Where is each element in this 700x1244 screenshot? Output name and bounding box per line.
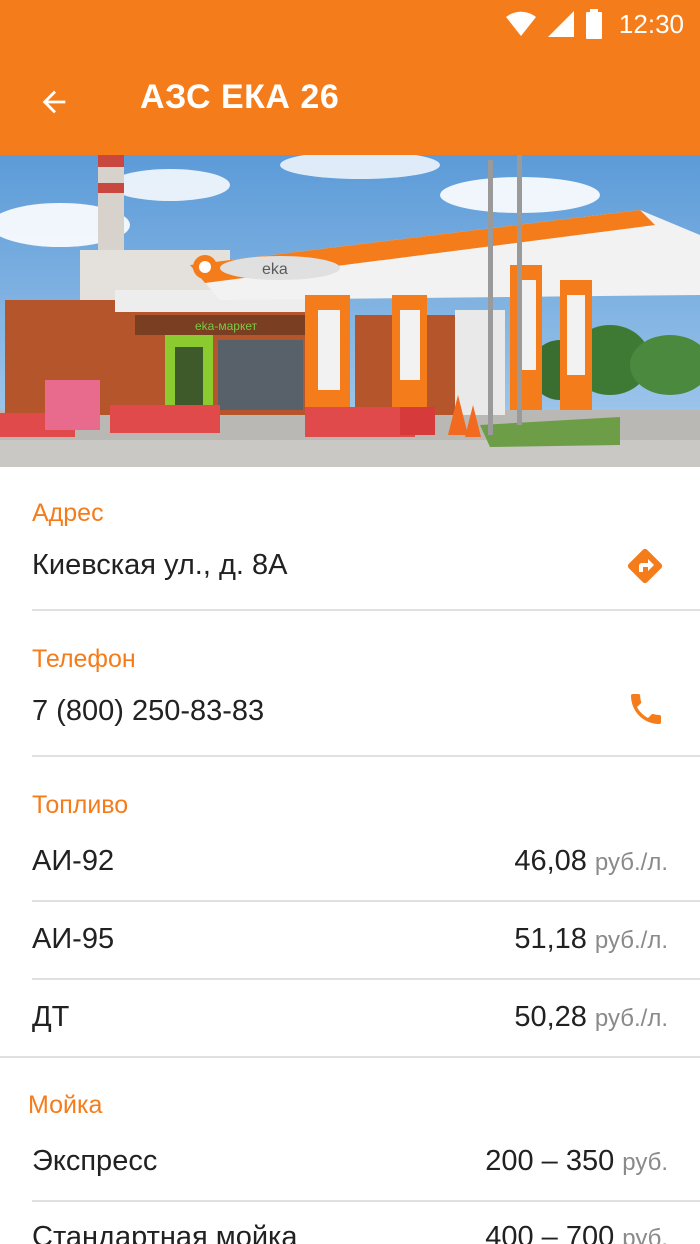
wifi-icon (505, 11, 536, 36)
station-details-screen: 12:30 АЗС ЕКА 26 eka-маркет eka Адрес Ки… (0, 0, 700, 1244)
wash-price: 200 – 350 руб. (485, 1145, 668, 1178)
section-divider (0, 1056, 700, 1058)
fuel-price-unit: руб./л. (594, 927, 668, 954)
directions-icon (627, 548, 663, 584)
divider (32, 1200, 700, 1202)
wash-price-value: 200 – 350 (485, 1145, 615, 1177)
fuel-name: ДТ (32, 1001, 70, 1033)
wash-price-unit: руб. (622, 1149, 668, 1176)
fuel-price-value: 51,18 (514, 923, 587, 955)
wash-name: Экспресс (32, 1145, 158, 1177)
fuel-price: 46,08 руб./л. (514, 845, 668, 878)
phone-value[interactable]: 7 (800) 250-83-83 (32, 695, 264, 728)
wash-label: Мойка (28, 1091, 103, 1119)
fuel-price: 51,18 руб./л. (514, 923, 668, 956)
phone-icon (631, 694, 661, 724)
fuel-price-value: 50,28 (514, 1001, 587, 1033)
fuel-price: 50,28 руб./л. (514, 1001, 668, 1034)
station-photo: eka-маркет eka (0, 155, 700, 467)
wash-price-value: 400 – 700 (485, 1221, 615, 1244)
battery-icon (585, 9, 602, 39)
svg-text:eka: eka (262, 261, 288, 278)
back-button[interactable] (22, 70, 86, 134)
fuel-label: Топливо (32, 791, 129, 819)
status-time: 12:30 (618, 8, 684, 39)
fuel-price-unit: руб./л. (594, 849, 668, 876)
divider (32, 755, 700, 757)
divider (32, 609, 700, 611)
divider (32, 900, 700, 902)
call-button[interactable] (626, 689, 666, 729)
fuel-name: АИ-95 (32, 923, 115, 955)
page-title: АЗС ЕКА 26 (140, 78, 340, 116)
fuel-price-value: 46,08 (514, 845, 587, 877)
arrow-back-icon (42, 90, 66, 114)
fuel-name: АИ-92 (32, 845, 115, 877)
wash-price: 400 – 700 руб. (485, 1221, 668, 1244)
address-value[interactable]: Киевская ул., д. 8А (32, 549, 287, 582)
divider (32, 978, 700, 980)
address-label: Адрес (32, 499, 104, 527)
svg-text:eka-маркет: eka-маркет (195, 319, 258, 333)
status-bar: 12:30 (0, 0, 700, 48)
wash-name: Стандартная мойка (32, 1221, 298, 1244)
wash-price-unit: руб. (622, 1225, 668, 1244)
phone-label: Телефон (32, 645, 136, 673)
fuel-price-unit: руб./л. (594, 1005, 668, 1032)
directions-button[interactable] (624, 545, 666, 587)
signal-icon (547, 11, 574, 37)
app-bar: 12:30 АЗС ЕКА 26 (0, 0, 700, 155)
